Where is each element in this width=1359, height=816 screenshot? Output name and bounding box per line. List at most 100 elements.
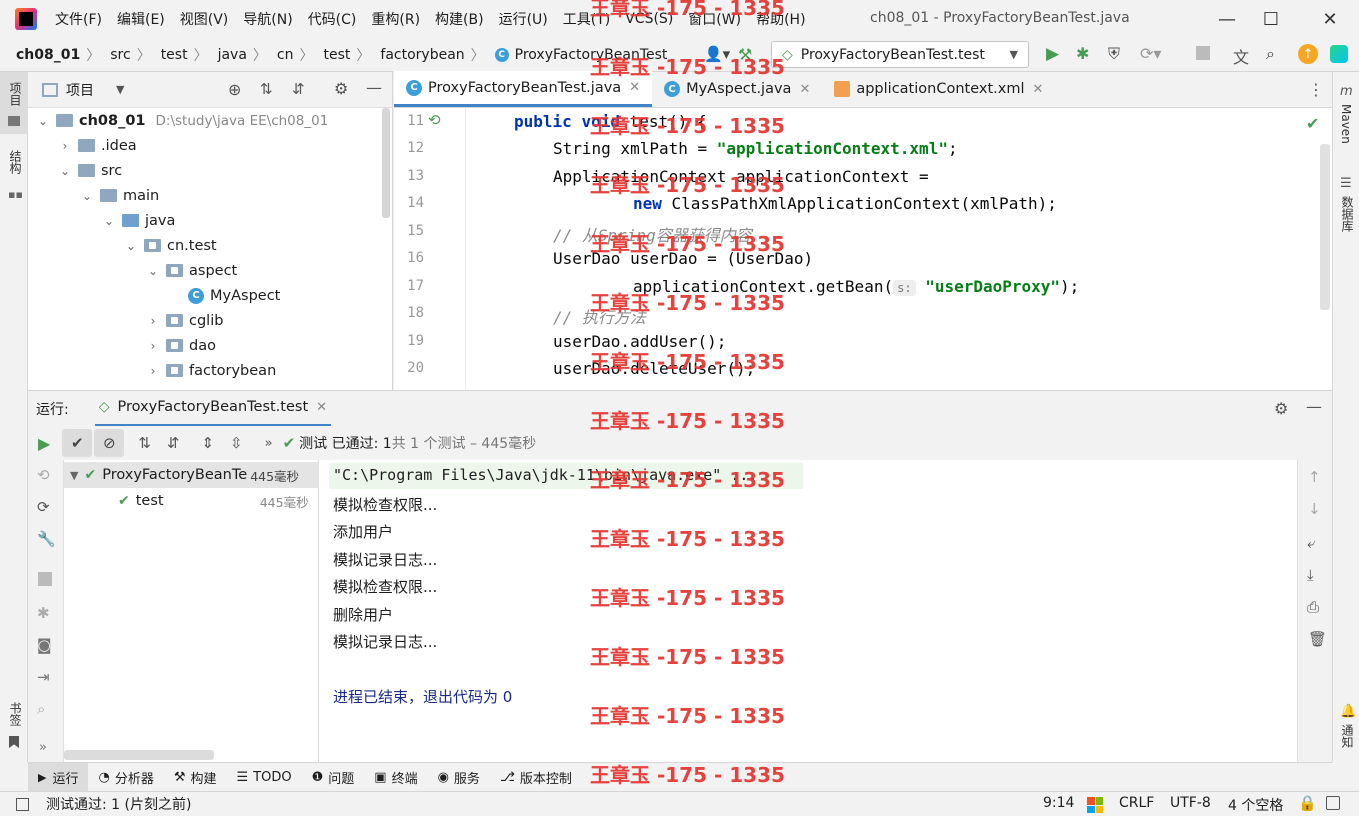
profile-icon[interactable]: ⟳▾: [1140, 44, 1161, 63]
file-encoding[interactable]: UTF-8: [1170, 795, 1211, 811]
minimize-button[interactable]: —: [1212, 6, 1242, 32]
breadcrumb-item[interactable]: test: [161, 47, 188, 63]
gear-icon[interactable]: ⚙: [334, 79, 348, 98]
rerun-icon[interactable]: ▶: [38, 434, 50, 453]
camera-icon[interactable]: ◙: [37, 636, 52, 654]
toggle-autotest-icon[interactable]: ⟳: [37, 498, 50, 516]
collapse-all-icon[interactable]: ⇵: [292, 80, 305, 98]
caret-position[interactable]: 9:14: [1043, 795, 1074, 811]
import-icon[interactable]: ⇥: [37, 668, 50, 686]
tree-item-cn-test[interactable]: ⌄ cn.test: [124, 233, 217, 258]
bottom-tab-run[interactable]: ▶ 运行: [28, 762, 89, 792]
trash-icon[interactable]: 🗑: [1308, 630, 1327, 648]
breadcrumb-item[interactable]: cn: [277, 47, 294, 63]
maximize-button[interactable]: ☐: [1256, 6, 1286, 32]
menu-refactor[interactable]: 重构(R): [371, 9, 420, 29]
run-gutter-icon[interactable]: ⟲: [428, 111, 441, 129]
tab-proxyfactorybeantest[interactable]: C ProxyFactoryBeanTest.java ✕: [394, 71, 653, 107]
more-icon[interactable]: »: [265, 436, 273, 451]
expand-all-icon[interactable]: ⇅: [260, 80, 273, 98]
menu-file[interactable]: 文件(F): [55, 9, 102, 29]
test-case-row[interactable]: ✔ test 445毫秒: [64, 488, 319, 514]
layout-toggle-icon[interactable]: [16, 797, 29, 811]
menu-run[interactable]: 运行(U): [499, 9, 548, 29]
scrollbar[interactable]: [382, 108, 390, 218]
print-icon[interactable]: ⎙: [1307, 598, 1319, 616]
wrench-icon[interactable]: 🔧: [37, 530, 56, 548]
expand-all-icon[interactable]: ⇕: [201, 434, 214, 452]
tab-applicationcontext-xml[interactable]: applicationContext.xml ✕: [822, 71, 1055, 107]
bottom-tab-build[interactable]: ⚒ 构建: [164, 763, 227, 792]
project-tool-button[interactable]: 项目: [0, 72, 28, 134]
debug-icon[interactable]: ✱: [37, 604, 50, 622]
bottom-tab-services[interactable]: ◉ 服务: [428, 763, 490, 792]
chevron-down-icon[interactable]: ▼: [116, 83, 124, 96]
run-tab[interactable]: ◇ ProxyFactoryBeanTest.test ✕: [94, 391, 332, 427]
horizontal-scrollbar[interactable]: [64, 750, 214, 760]
breadcrumb-item[interactable]: src: [110, 47, 130, 63]
bottom-tab-profiler[interactable]: ◔ 分析器: [88, 763, 163, 792]
soft-wrap-icon[interactable]: ⤶: [1307, 534, 1315, 552]
memory-icon[interactable]: [1326, 796, 1340, 810]
breadcrumb-item[interactable]: ch08_01: [16, 47, 80, 63]
bottom-tab-vcs[interactable]: ⎇ 版本控制: [490, 763, 582, 792]
arrow-up-icon[interactable]: ↑: [1308, 468, 1321, 486]
stop-icon[interactable]: [38, 572, 52, 586]
scroll-to-end-icon[interactable]: ⤓: [1307, 566, 1314, 584]
tree-item-idea[interactable]: › .idea: [58, 133, 137, 158]
update-icon[interactable]: ↑: [1298, 44, 1318, 64]
close-icon[interactable]: ✕: [629, 80, 640, 95]
lock-icon[interactable]: 🔒: [1298, 794, 1317, 812]
tree-item-aspect[interactable]: ⌄ aspect: [146, 258, 237, 283]
menu-code[interactable]: 代码(C): [308, 9, 357, 29]
test-suite-row[interactable]: ▼ ✔ ProxyFactoryBeanTe 445毫秒: [64, 462, 319, 488]
sort-duration-icon[interactable]: ⇵: [167, 434, 180, 452]
sort-alpha-icon[interactable]: ⇅: [138, 434, 151, 452]
bottom-tab-terminal[interactable]: ▣ 终端: [364, 763, 427, 792]
menu-view[interactable]: 视图(V): [180, 9, 229, 29]
close-icon[interactable]: ✕: [1032, 82, 1043, 97]
breadcrumb-item[interactable]: C ProxyFactoryBeanTest: [494, 47, 667, 63]
show-passed-icon[interactable]: ✔: [62, 429, 93, 457]
arrow-down-icon[interactable]: ↓: [1308, 500, 1321, 518]
notifications-tool-button[interactable]: 🔔 通知: [1333, 702, 1359, 760]
tree-item-project-root[interactable]: ⌄ ch08_01 D:\study\java EE\ch08_01: [36, 108, 328, 133]
tree-item-factorybean[interactable]: › factorybean: [146, 358, 277, 383]
tab-myaspect[interactable]: C MyAspect.java ✕: [652, 71, 822, 107]
bottom-tab-todo[interactable]: ☰ TODO: [227, 763, 302, 792]
collapse-all-icon[interactable]: ⇳: [230, 434, 243, 452]
user-icon[interactable]: 👤▾: [704, 45, 730, 63]
debug-bug-icon[interactable]: ✱: [1076, 44, 1089, 63]
hide-icon[interactable]: —: [1306, 397, 1322, 416]
run-icon[interactable]: ▶: [1046, 44, 1059, 64]
translate-icon[interactable]: 文: [1233, 44, 1249, 68]
breadcrumb-item[interactable]: java: [218, 47, 247, 63]
intellij-logo-icon[interactable]: [15, 8, 37, 30]
structure-tool-button[interactable]: 结构 ▪▪: [0, 146, 28, 206]
close-icon[interactable]: ✕: [799, 82, 810, 97]
tree-item-dao[interactable]: › dao: [146, 333, 216, 358]
menu-help[interactable]: 帮助(H): [756, 9, 805, 29]
gear-icon[interactable]: ⚙: [1274, 399, 1288, 418]
menu-navigate[interactable]: 导航(N): [243, 9, 292, 29]
breadcrumb-item[interactable]: test: [324, 47, 351, 63]
close-icon[interactable]: ✕: [316, 400, 327, 415]
code-editor[interactable]: 11 ⟲ 12 13 14 15 16 17 18 19 20 public v…: [394, 108, 1332, 390]
tree-item-src[interactable]: ⌄ src: [58, 158, 122, 183]
menu-edit[interactable]: 编辑(E): [117, 9, 165, 29]
tree-item-myaspect[interactable]: C MyAspect: [188, 283, 280, 308]
search-history-icon[interactable]: ⌕: [37, 700, 45, 718]
stop-icon[interactable]: [1196, 46, 1210, 60]
database-tool-button[interactable]: ☰ 数据库: [1333, 172, 1359, 242]
menu-window[interactable]: 窗口(W): [688, 9, 741, 29]
console-output[interactable]: "C:\Program Files\Java\jdk-11\bin\java.e…: [319, 460, 1297, 762]
project-panel-title[interactable]: 项目: [66, 80, 94, 100]
status-message[interactable]: 测试通过: 1 (片刻之前): [46, 794, 191, 814]
indent-setting[interactable]: 4 个空格: [1228, 795, 1283, 815]
editor-scrollbar[interactable]: [1320, 144, 1330, 310]
close-window-button[interactable]: ✕: [1315, 6, 1345, 32]
hide-icon[interactable]: —: [366, 78, 382, 97]
build-hammer-icon[interactable]: ⚒: [738, 45, 752, 64]
locate-icon[interactable]: ⊕: [228, 80, 241, 99]
plugin-logo-icon[interactable]: [1330, 45, 1348, 63]
